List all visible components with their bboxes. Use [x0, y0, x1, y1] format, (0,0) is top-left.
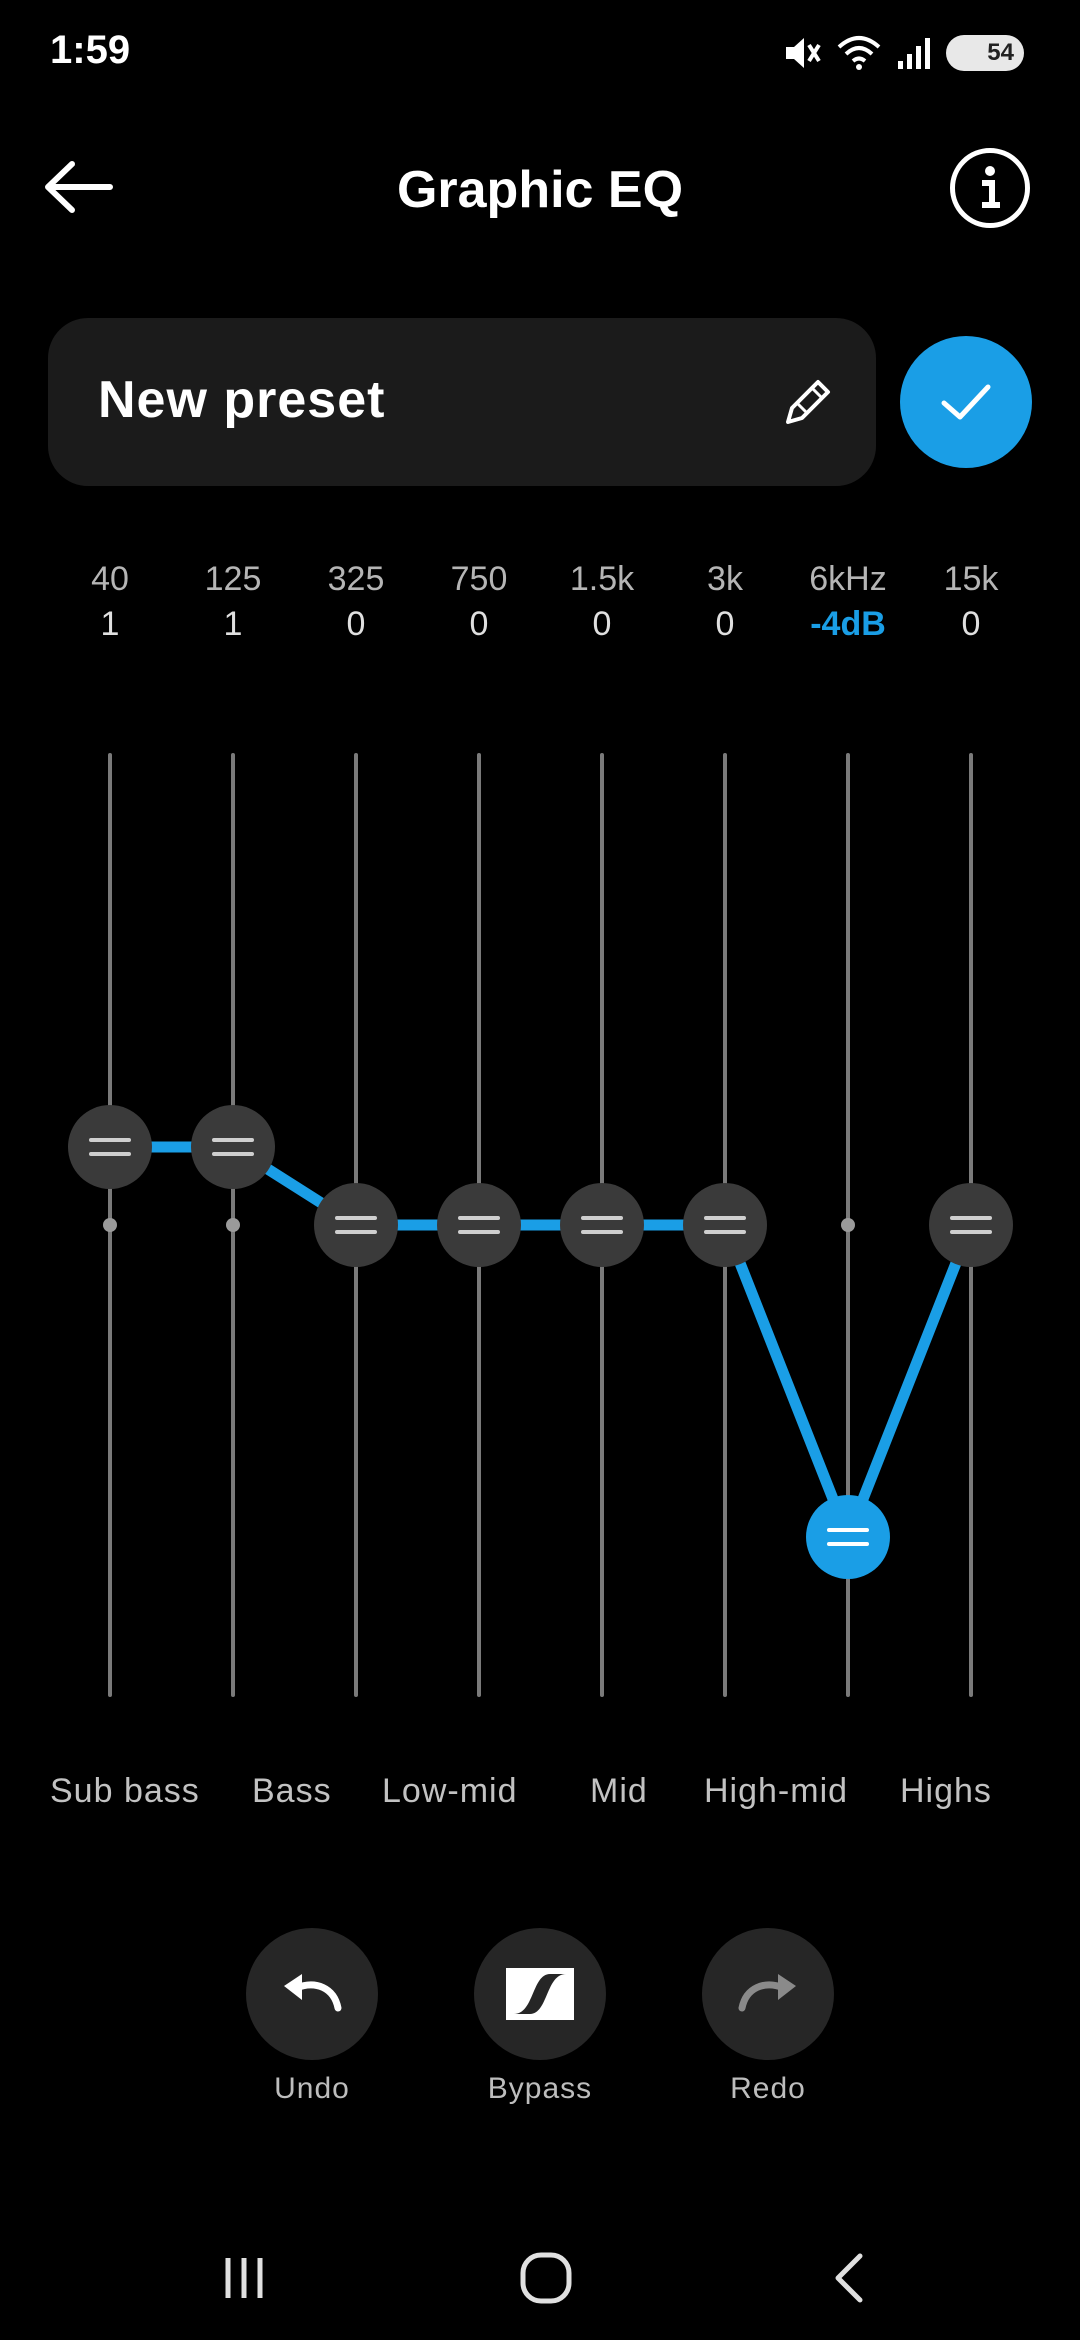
- band-label-0: 40 1: [45, 560, 175, 644]
- undo-button[interactable]: [246, 1928, 378, 2060]
- slider-knob-7[interactable]: [929, 1183, 1013, 1267]
- bypass-icon: [506, 1968, 574, 2020]
- battery-indicator: 54: [946, 35, 1024, 71]
- bypass-label: Bypass: [487, 2072, 593, 2105]
- slider-knob-1[interactable]: [191, 1105, 275, 1189]
- slider-knob-5[interactable]: [683, 1183, 767, 1267]
- band-gain: 0: [469, 605, 489, 643]
- zero-marker: [103, 1218, 117, 1232]
- bypass-button[interactable]: [474, 1928, 606, 2060]
- band-frequency: 125: [204, 560, 262, 598]
- band-label-4: 1.5k 0: [537, 560, 667, 644]
- wifi-icon: [837, 36, 881, 70]
- band-gain: 0: [592, 605, 612, 643]
- range-label-4: High-mid: [704, 1772, 849, 1810]
- band-gain: 1: [223, 605, 243, 643]
- zero-marker: [226, 1218, 240, 1232]
- range-label-2: Low-mid: [382, 1772, 518, 1810]
- band-frequency: 325: [327, 560, 385, 598]
- bypass-control[interactable]: Bypass: [474, 1928, 606, 2106]
- band-gain: -4dB: [810, 605, 886, 643]
- range-labels: Sub bass Bass Low-mid Mid High-mid Highs: [0, 1772, 1080, 1822]
- nav-back-button[interactable]: [790, 2238, 910, 2318]
- range-label-1: Bass: [252, 1772, 332, 1810]
- band-frequency: 750: [450, 560, 508, 598]
- pencil-icon[interactable]: [778, 372, 838, 432]
- check-icon: [941, 384, 991, 420]
- redo-label: Redo: [730, 2072, 806, 2105]
- undo-label: Undo: [274, 2072, 350, 2105]
- undo-control[interactable]: Undo: [246, 1928, 378, 2106]
- status-icons: 54: [782, 28, 1024, 78]
- band-frequency: 3k: [707, 560, 743, 598]
- status-bar: 1:59 54: [0, 0, 1080, 110]
- band-frequency: 1.5k: [569, 560, 635, 598]
- band-gain: 0: [346, 605, 366, 643]
- nav-back-icon: [835, 2253, 863, 2303]
- confirm-button[interactable]: [900, 336, 1032, 468]
- redo-icon: [738, 1974, 796, 2012]
- redo-button[interactable]: [702, 1928, 834, 2060]
- band-labels: 40 1 125 1 325 0 750 0 1.5k 0 3k 0 6kHz -4dB 15k 0: [0, 560, 1080, 670]
- band-label-6: 6kHz -4dB: [783, 560, 913, 644]
- range-label-3: Mid: [590, 1772, 648, 1810]
- undo-icon: [284, 1974, 342, 2012]
- recent-apps-icon: [225, 2258, 263, 2298]
- band-label-7: 15k 0: [906, 560, 1036, 644]
- preset-name: New preset: [98, 371, 386, 429]
- status-time: 1:59: [50, 28, 131, 72]
- eq-curve: [110, 1141, 977, 1543]
- slider-knob-4[interactable]: [560, 1183, 644, 1267]
- band-label-2: 325 0: [291, 560, 421, 644]
- range-label-0: Sub bass: [50, 1772, 200, 1810]
- mute-icon: [786, 38, 821, 68]
- band-label-5: 3k 0: [660, 560, 790, 644]
- slider-knob-6[interactable]: [806, 1495, 890, 1579]
- slider-knob-0[interactable]: [68, 1105, 152, 1189]
- band-gain: 1: [100, 605, 120, 643]
- slider-knob-2[interactable]: [314, 1183, 398, 1267]
- band-gain: 0: [961, 605, 981, 643]
- info-button[interactable]: [950, 148, 1030, 228]
- band-frequency: 15k: [943, 560, 999, 598]
- range-label-5: Highs: [900, 1772, 992, 1810]
- redo-control[interactable]: Redo: [702, 1928, 834, 2106]
- signal-icon: [898, 38, 930, 69]
- eq-sliders[interactable]: [0, 700, 1080, 1720]
- page-title: Graphic EQ: [396, 161, 684, 219]
- battery-level: 54: [987, 39, 1014, 66]
- info-icon: [982, 166, 1000, 208]
- band-label-1: 125 1: [168, 560, 298, 644]
- zero-marker: [841, 1218, 855, 1232]
- band-frequency: 40: [91, 560, 129, 598]
- home-button[interactable]: [486, 2238, 606, 2318]
- system-nav-bar: [0, 2220, 1080, 2340]
- home-icon: [520, 2252, 572, 2304]
- band-frequency: 6kHz: [809, 560, 887, 598]
- band-gain: 0: [715, 605, 735, 643]
- app-bar: Graphic EQ: [0, 130, 1080, 240]
- slider-knob-3[interactable]: [437, 1183, 521, 1267]
- eq-controls: Undo Bypass Redo: [0, 1928, 1080, 2128]
- band-label-3: 750 0: [414, 560, 544, 644]
- preset-name-field[interactable]: New preset: [48, 318, 876, 486]
- recent-apps-button[interactable]: [184, 2238, 304, 2318]
